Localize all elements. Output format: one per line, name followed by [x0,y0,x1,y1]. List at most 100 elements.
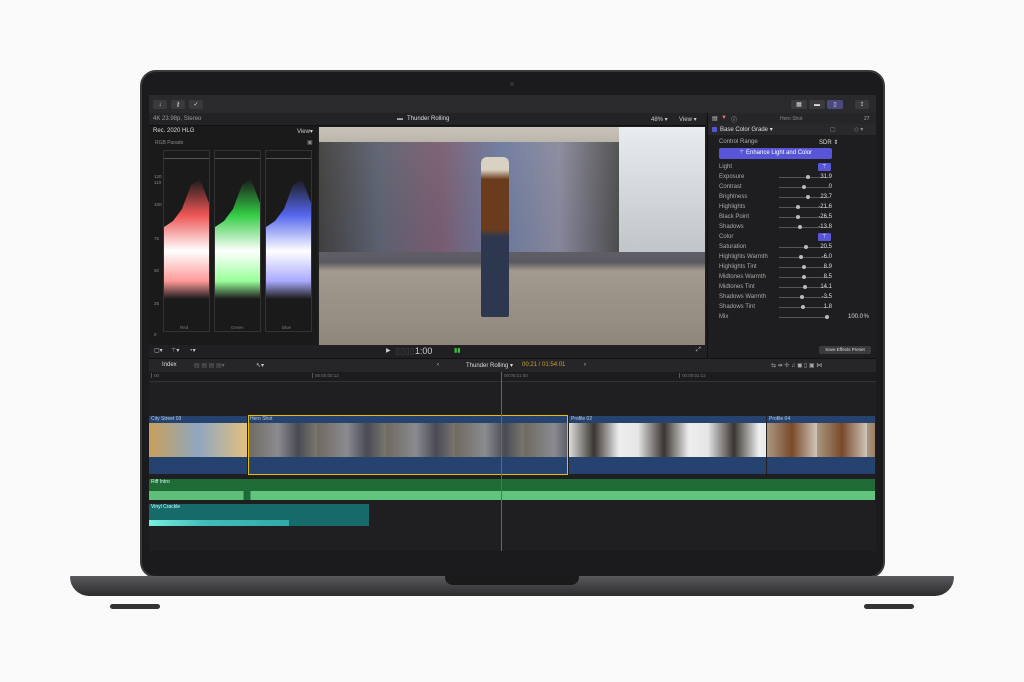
effect-mask-icon[interactable]: ▢ [830,126,836,133]
fullscreen-icon[interactable]: ⤢ [696,347,701,354]
param-row[interactable]: Shadows -13.8 [719,222,869,232]
auto-light-button[interactable]: ⚚ [818,163,831,171]
share-icon[interactable]: ⇪ [855,100,869,109]
param-slider[interactable] [779,185,829,189]
zoom-dropdown[interactable]: 48% ▾ [651,116,668,123]
param-slider[interactable] [779,275,829,279]
back-arrow[interactable]: ‹ [437,362,439,368]
keyword-icon[interactable]: ⚷ [171,100,185,109]
ruler-label: 00:00:00:12 [312,373,339,378]
enhance-icon[interactable]: ⚚▾ [171,347,179,354]
param-row[interactable]: Shadows Warmth -3.5 [719,292,869,302]
check-icon[interactable]: ✓ [189,100,203,109]
param-slider[interactable] [779,305,829,309]
film-icon: ▬ [397,116,403,122]
effect-enable-checkbox[interactable] [712,127,717,132]
video-clip[interactable]: Profile 04 [767,416,875,474]
ruler-label: 00 [151,373,159,378]
slider-knob[interactable] [802,285,807,289]
param-slider[interactable] [779,315,829,319]
scopes-view-dropdown[interactable]: View▾ [297,128,313,135]
timecode-display: ▯▯▯▯1:00 [395,346,433,356]
play-icon[interactable]: ▶ [386,347,391,354]
param-row[interactable]: Contrast 0 [719,182,869,192]
speed-icon[interactable]: ◔▾ [189,347,196,354]
channel-label: Green [231,325,244,330]
index-button[interactable]: Index [162,362,177,368]
laptop-foot [864,604,914,609]
playhead[interactable] [501,372,502,551]
slider-knob[interactable] [796,205,801,209]
param-slider[interactable] [779,265,829,269]
clip-thumbnails [149,423,247,457]
enhance-light-color-button[interactable]: ⚚ Enhance Light and Color [719,148,832,159]
param-row[interactable]: Saturation 20.5 [719,242,869,252]
color-space-label: Rec. 2020 HLG [153,128,195,134]
param-row[interactable]: Exposure 31.9 [719,172,869,182]
save-effects-preset-button[interactable]: Save Effects Preset [819,346,871,354]
timeline-icon[interactable]: ▬ [809,100,825,109]
clip-label: City Street 03 [151,416,182,422]
slider-knob[interactable] [802,265,806,269]
param-row[interactable]: Shadows Tint 1.8 [719,302,869,312]
slider-knob[interactable] [825,315,829,319]
param-row[interactable]: Black Point -26.5 [719,212,869,222]
param-row[interactable]: Mix 100.0% [719,312,869,322]
param-row[interactable]: Highlights -21.6 [719,202,869,212]
laptop-notch [445,576,579,585]
scale-label: 0 [154,332,157,337]
param-row[interactable]: Midtones Warmth 8.5 [719,272,869,282]
audio-clip-riff-intro[interactable]: Riff Intro [149,479,875,500]
video-clip[interactable]: Profile 02 [569,416,766,474]
scale-label: 25 [154,301,160,306]
scope-settings-icon[interactable]: ▣ [307,139,313,146]
param-row[interactable]: Midtones Tint 14.1 [719,282,869,292]
slider-knob[interactable] [804,245,809,249]
effect-reset-icon[interactable]: ◇ ▾ [854,126,863,133]
slider-knob[interactable] [799,255,804,259]
edit-buttons[interactable]: ▤ ▤ ▤ ▤▾ [194,362,225,369]
slider-knob[interactable] [805,195,810,199]
transform-icon[interactable]: ▢▾ [154,347,163,354]
param-row[interactable]: Brightness 23.7 [719,192,869,202]
slider-knob[interactable] [801,305,806,309]
viewer-view-dropdown[interactable]: View ▾ [679,116,697,123]
project-dropdown[interactable]: Thunder Rolling ▾ [466,362,513,369]
slider-knob[interactable] [795,215,800,219]
slider-knob[interactable] [800,295,805,299]
slider-knob[interactable] [802,275,806,279]
slider-knob[interactable] [802,185,806,189]
channel-label: Blue [282,325,292,330]
param-row[interactable]: Highlights Warmth -6.0 [719,252,869,262]
slider-knob[interactable] [798,225,803,229]
inspector-icon[interactable]: ▯ [827,100,843,109]
select-tool-icon[interactable]: ↖▾ [256,362,264,369]
parade-blue: Blue [265,150,312,332]
inspector-clip-name: Hero Shot [780,116,803,122]
waveform [149,491,875,500]
forward-arrow[interactable]: › [584,362,586,368]
effect-name-dropdown[interactable]: Base Color Grade ▾ [720,126,773,133]
auto-color-button[interactable]: ⚚ [818,233,831,241]
scale-label: 120 [154,174,162,179]
browser-icon[interactable]: ▦ [791,100,807,109]
viewer-controls: ▢▾ ⚚▾ ◔▾ ▶ ▯▯▯▯1:00 ▮▮ ⤢ [149,345,707,358]
timeline-view-icons[interactable]: ⇆ ⇹ ✢ ♫ ◼ ▯ ▣ ⋈ [771,362,822,369]
selection-outline [248,415,568,475]
video-viewer[interactable] [319,127,705,345]
video-clip[interactable]: City Street 03 [149,416,247,474]
control-range-dropdown[interactable]: SDR ⇕ [819,139,838,146]
import-icon[interactable]: ↓ [153,100,167,109]
audio-clip-vinyl-crackle[interactable]: Vinyl Crackle [149,504,369,526]
color-icon[interactable]: ▼ [721,115,727,121]
parade-red: Red [163,150,210,332]
sky [619,127,705,252]
info-icon[interactable]: ⓘ [731,115,737,124]
viewer-title: Thunder Rolling [407,116,450,122]
timeline-ruler[interactable]: 00 00:00:00:12 00:00:01:00 00:00:01:12 [149,372,876,382]
film-icon[interactable]: ▤ [712,115,718,122]
param-row[interactable]: Highlights Tint 8.9 [719,262,869,272]
slider-knob[interactable] [805,175,810,179]
waveform [149,520,289,526]
inspector-duration: 27 [864,116,870,122]
